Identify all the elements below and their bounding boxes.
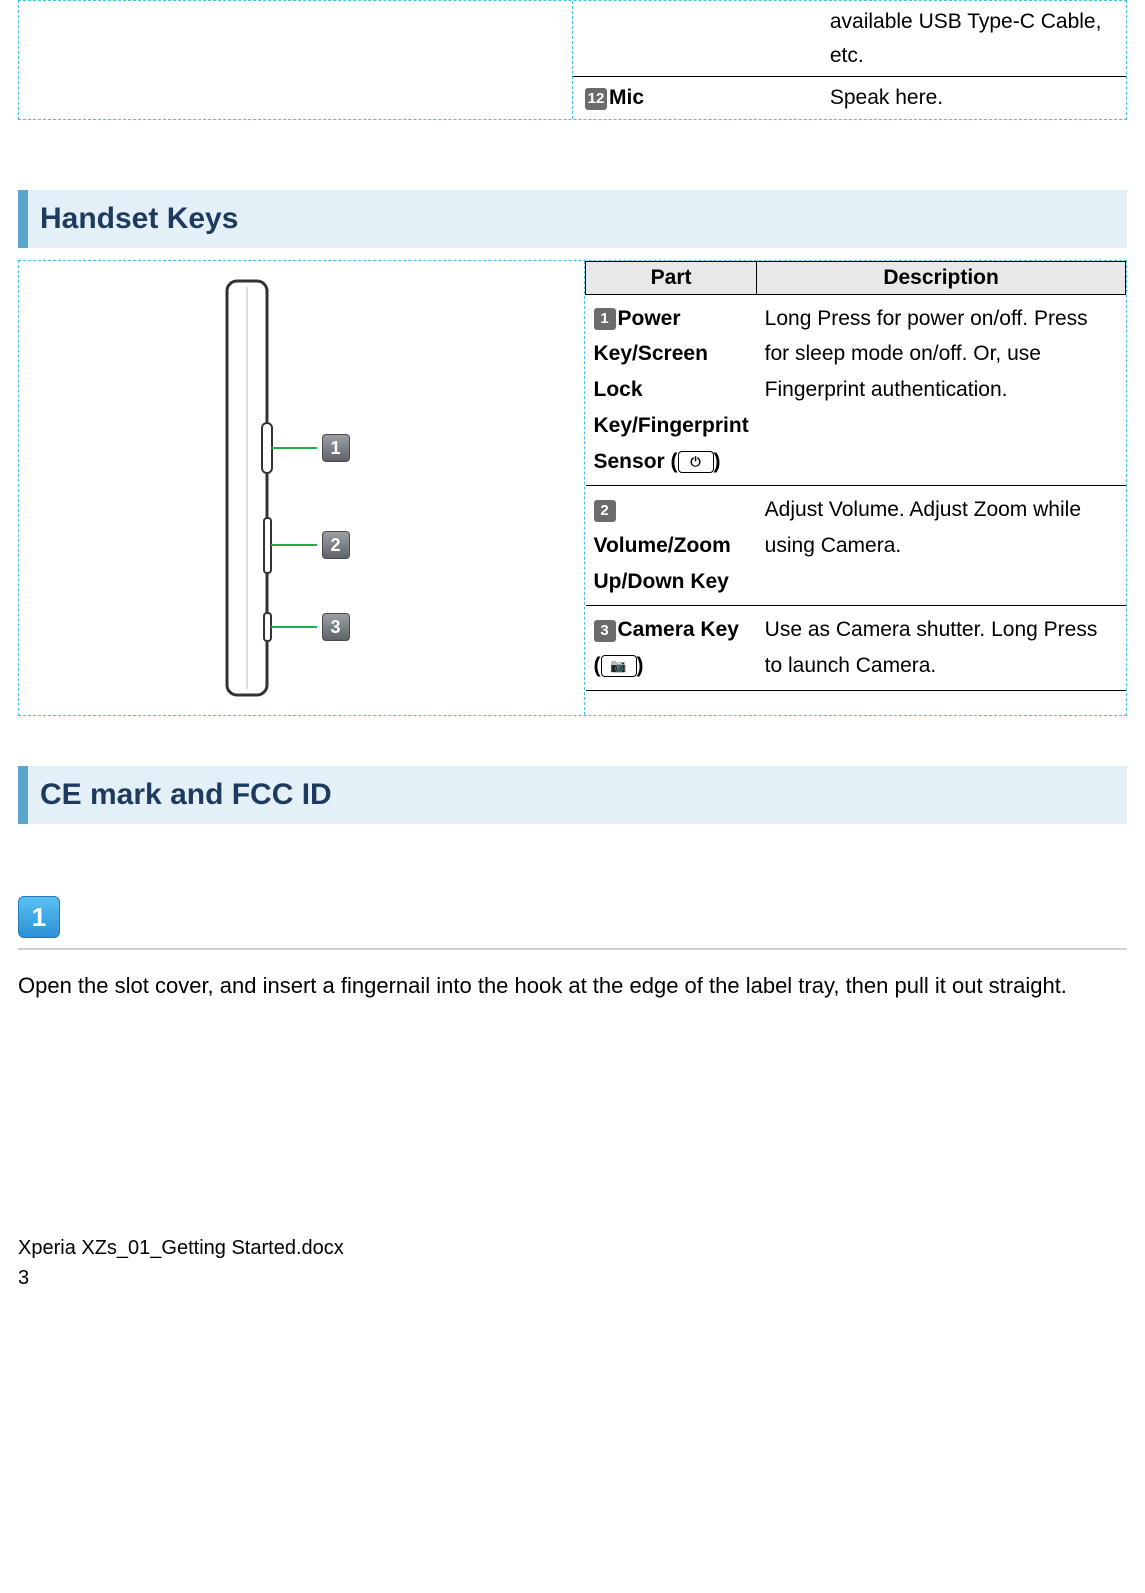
top-row2-part: Mic — [609, 86, 644, 109]
handset-keys-block: 1 2 3 Part Description 1Power Key/Screen… — [18, 260, 1127, 716]
row1-badge: 1 — [594, 308, 616, 330]
footer-filename: Xperia XZs_01_Getting Started.docx — [18, 1233, 1145, 1263]
top-row1-desc: available USB Type-C Cable, etc. — [822, 1, 1126, 76]
row3-part-b: ) — [637, 654, 644, 677]
row2-part-a: Volume/Zoom Up/Down Key — [594, 534, 731, 593]
step-divider — [18, 948, 1127, 950]
device-side-diagram — [187, 273, 417, 703]
step-1-text: Open the slot cover, and insert a finger… — [18, 968, 1127, 1003]
row1-desc: Long Press for power on/off. Press for s… — [757, 294, 1126, 485]
parts-table: Part Description 1Power Key/Screen Lock … — [585, 261, 1126, 691]
row1-part-a: Power Key/Screen Lock Key/Fingerprint Se… — [594, 307, 749, 473]
camera-icon: 📷 — [601, 655, 637, 677]
footer-page: 3 — [18, 1263, 1145, 1293]
callout-3: 3 — [322, 613, 350, 641]
section-handset-keys: Handset Keys — [18, 190, 1127, 248]
top-row2-desc: Speak here. — [822, 77, 1126, 119]
section-ce-fcc: CE mark and FCC ID — [18, 766, 1127, 824]
step-1-badge: 1 — [18, 896, 60, 938]
callout-2: 2 — [322, 531, 350, 559]
row3-badge: 3 — [594, 620, 616, 642]
th-desc: Description — [757, 261, 1126, 294]
num-badge-12: 12 — [585, 88, 607, 110]
th-part: Part — [586, 261, 757, 294]
callout-1: 1 — [322, 434, 350, 462]
row3-desc: Use as Camera shutter. Long Press to lau… — [757, 606, 1126, 690]
top-table-fragment: available USB Type-C Cable, etc. 12Mic S… — [18, 0, 1127, 120]
row2-desc: Adjust Volume. Adjust Zoom while using C… — [757, 486, 1126, 606]
row1-part-b: ) — [714, 450, 721, 473]
row2-badge: 2 — [594, 500, 616, 522]
power-icon: ⏻ — [678, 451, 714, 473]
